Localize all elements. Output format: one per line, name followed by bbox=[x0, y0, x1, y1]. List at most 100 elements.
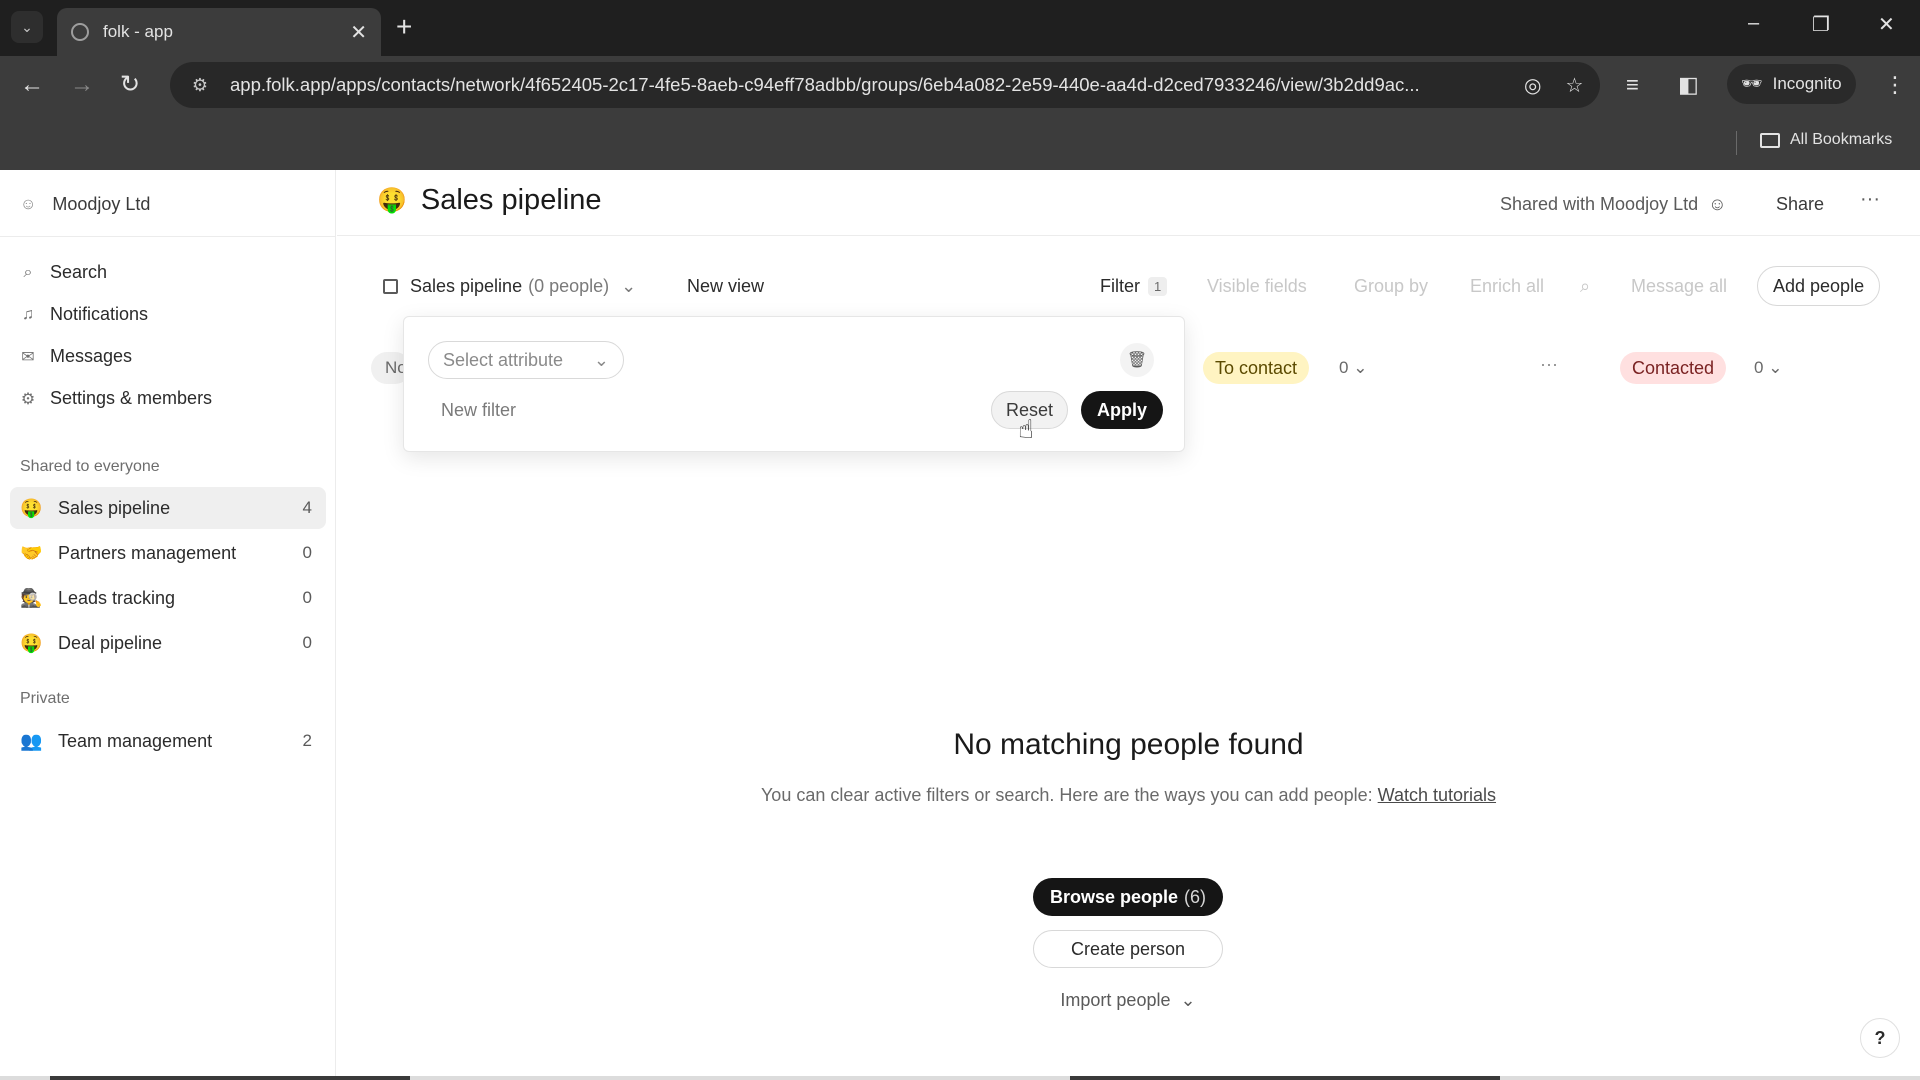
eye-off-icon[interactable]: ◎ bbox=[1524, 73, 1541, 98]
stage-tag-to-contact[interactable]: To contact bbox=[1203, 352, 1310, 384]
window-close-icon[interactable]: ✕ bbox=[1878, 12, 1895, 37]
bookmark-star-icon[interactable]: ☆ bbox=[1565, 73, 1583, 98]
watch-tutorials-link[interactable]: Watch tutorials bbox=[1378, 785, 1496, 805]
stage-count-dropdown[interactable]: 0 ⌄ bbox=[1339, 358, 1367, 378]
incognito-badge[interactable]: 🕶 Incognito bbox=[1727, 64, 1856, 104]
group-by-button[interactable]: Group by bbox=[1354, 276, 1428, 297]
sidebar-group-team-management[interactable]: 👥 Team management 2 bbox=[10, 720, 326, 762]
sidebar-item-settings[interactable]: ⚙ Settings & members bbox=[20, 388, 212, 409]
url-text[interactable]: app.folk.app/apps/contacts/network/4f652… bbox=[230, 74, 1500, 96]
browse-people-count: (6) bbox=[1184, 886, 1207, 907]
folk-app: ☺ Moodjoy Ltd ⌕ Search ♫ Notifications ✉… bbox=[0, 170, 1920, 1080]
shared-with[interactable]: Shared with Moodjoy Ltd ☺ bbox=[1500, 194, 1727, 215]
sidebar-item-label: Settings & members bbox=[50, 388, 213, 408]
sidebar-group-sales-pipeline[interactable]: 🤑 Sales pipeline 4 bbox=[10, 487, 326, 529]
select-attribute-dropdown[interactable]: Select attribute ⌄ bbox=[428, 341, 624, 379]
money-face-icon: 🤑 bbox=[20, 497, 43, 518]
address-bar[interactable]: ⚙ app.folk.app/apps/contacts/network/4f6… bbox=[170, 62, 1600, 108]
new-view-button[interactable]: New view bbox=[687, 276, 764, 297]
bookmarks-bar: All Bookmarks bbox=[0, 119, 1920, 170]
site-info-icon[interactable]: ⚙ bbox=[180, 75, 220, 96]
filter-button[interactable]: Filter 1 bbox=[1100, 276, 1168, 297]
incognito-icon: 🕶 bbox=[1741, 74, 1763, 93]
group-label: Team management bbox=[58, 730, 213, 751]
empty-state-title: No matching people found bbox=[953, 728, 1304, 761]
media-icon[interactable]: ≡ bbox=[1626, 72, 1639, 98]
money-face-icon: 🤑 bbox=[20, 632, 43, 653]
bell-icon: ♫ bbox=[22, 305, 34, 323]
group-count: 0 bbox=[302, 543, 312, 562]
more-options-button[interactable]: ··· bbox=[1860, 188, 1880, 211]
browser-tab[interactable]: folk - app ✕ bbox=[57, 8, 381, 56]
group-count: 2 bbox=[302, 731, 312, 750]
empty-state-description: You can clear active filters or search. … bbox=[760, 785, 1373, 805]
side-panel-icon[interactable]: ◧ bbox=[1678, 72, 1699, 98]
chevron-down-icon: ⌄ bbox=[593, 349, 609, 370]
sidebar-item-messages[interactable]: ✉ Messages bbox=[20, 346, 132, 367]
new-filter-button[interactable]: New filter bbox=[441, 400, 516, 421]
enrich-all-button[interactable]: Enrich all bbox=[1470, 276, 1544, 297]
view-toolbar: Sales pipeline (0 people) ⌄ New view Fil… bbox=[337, 266, 1920, 312]
browser-menu-icon[interactable]: ⋮ bbox=[1884, 72, 1906, 98]
money-face-icon: 🤑 bbox=[377, 187, 407, 214]
incognito-label: Incognito bbox=[1772, 74, 1842, 93]
group-label: Sales pipeline bbox=[58, 497, 171, 518]
visible-fields-button[interactable]: Visible fields bbox=[1207, 276, 1307, 297]
filter-count-badge: 1 bbox=[1148, 277, 1168, 296]
folder-icon bbox=[1760, 132, 1780, 148]
restore-icon[interactable]: ❐ bbox=[1812, 12, 1830, 37]
progress-segment bbox=[1070, 1076, 1500, 1080]
table-view-icon bbox=[383, 279, 398, 294]
chevron-down-icon: ⌄ bbox=[1180, 990, 1196, 1010]
browse-people-button[interactable]: Browse people (6) bbox=[1033, 878, 1223, 916]
column-more-button[interactable]: ··· bbox=[1540, 354, 1558, 375]
browser-toolbar: ← → ↻ ⚙ app.folk.app/apps/contacts/netwo… bbox=[0, 56, 1920, 119]
message-all-button[interactable]: Message all bbox=[1631, 276, 1727, 297]
group-count: 0 bbox=[302, 633, 312, 652]
sidebar-item-search[interactable]: ⌕ Search bbox=[20, 262, 108, 283]
reload-icon[interactable]: ↻ bbox=[120, 72, 140, 98]
workspace-avatar-icon: ☺ bbox=[1708, 194, 1727, 214]
tab-search-chevron-icon[interactable]: ⌄ bbox=[11, 11, 43, 43]
workspace-switcher[interactable]: ☺ Moodjoy Ltd bbox=[20, 194, 150, 215]
empty-state-text: You can clear active filters or search. … bbox=[759, 782, 1499, 808]
stage-tag-contacted[interactable]: Contacted bbox=[1620, 352, 1727, 384]
page-header: 🤑 Sales pipeline Shared with Moodjoy Ltd… bbox=[337, 170, 1920, 236]
trash-icon[interactable]: 🗑 bbox=[1120, 343, 1154, 377]
back-icon[interactable]: ← bbox=[20, 72, 44, 98]
chevron-down-icon: ⌄ bbox=[1353, 358, 1368, 377]
filter-label: Filter bbox=[1100, 276, 1140, 296]
mail-icon: ✉ bbox=[21, 348, 35, 366]
help-button[interactable]: ? bbox=[1860, 1018, 1900, 1058]
sidebar-group-leads-tracking[interactable]: 🕵️ Leads tracking 0 bbox=[10, 577, 326, 619]
page-title-text: Sales pipeline bbox=[420, 184, 602, 216]
sidebar-item-label: Notifications bbox=[50, 304, 149, 324]
create-person-button[interactable]: Create person bbox=[1033, 930, 1223, 968]
all-bookmarks[interactable]: All Bookmarks bbox=[1760, 131, 1892, 149]
bookmarks-separator bbox=[1736, 131, 1737, 155]
tab-close-icon[interactable]: ✕ bbox=[350, 20, 367, 45]
import-people-button[interactable]: Import people ⌄ bbox=[1033, 990, 1223, 1011]
sidebar-group-partners-management[interactable]: 🤝 Partners management 0 bbox=[10, 532, 326, 574]
add-people-button[interactable]: Add people bbox=[1757, 266, 1881, 306]
handshake-icon: 🤝 bbox=[20, 542, 43, 563]
sidebar-group-deal-pipeline[interactable]: 🤑 Deal pipeline 0 bbox=[10, 622, 326, 664]
chevron-down-icon: ⌄ bbox=[1768, 358, 1783, 377]
tab-favicon-icon bbox=[71, 23, 89, 41]
view-selector[interactable]: Sales pipeline (0 people) ⌄ bbox=[383, 276, 636, 297]
group-label: Deal pipeline bbox=[58, 632, 163, 653]
private-section-heading: Private bbox=[20, 690, 70, 707]
stage-count: 0 bbox=[1754, 358, 1764, 377]
share-button[interactable]: Share bbox=[1776, 194, 1824, 215]
forward-icon[interactable]: → bbox=[70, 72, 94, 98]
search-icon[interactable]: ⌕ bbox=[1580, 276, 1590, 297]
hand-pointer-cursor-icon: ☝ bbox=[1018, 414, 1034, 444]
sidebar-divider bbox=[0, 236, 336, 237]
shared-with-label: Shared with Moodjoy Ltd bbox=[1500, 194, 1699, 214]
sidebar-item-notifications[interactable]: ♫ Notifications bbox=[20, 304, 148, 325]
search-icon: ⌕ bbox=[23, 263, 33, 281]
apply-button[interactable]: Apply bbox=[1081, 391, 1164, 429]
minimize-icon[interactable]: – bbox=[1748, 12, 1759, 35]
new-tab-icon[interactable]: + bbox=[396, 12, 412, 42]
stage-count-dropdown[interactable]: 0 ⌄ bbox=[1754, 358, 1782, 378]
